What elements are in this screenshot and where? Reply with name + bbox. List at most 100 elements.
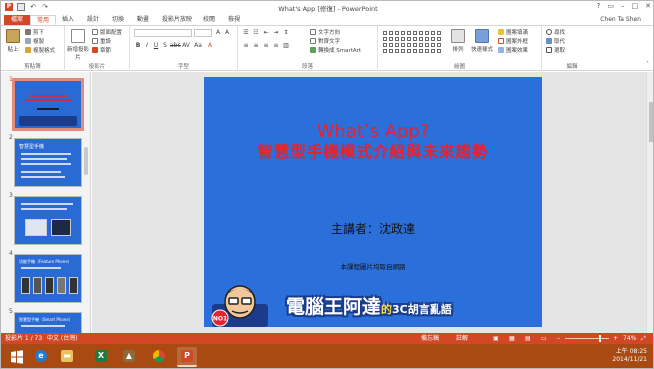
zoom-slider[interactable] bbox=[565, 338, 609, 339]
current-slide[interactable]: What’s App? 智慧型手機模式介紹與未來趨勢 主講者：沈政達 本課程圖片… bbox=[204, 77, 542, 327]
zoom-out-icon[interactable]: – bbox=[557, 333, 560, 344]
slideshow-icon[interactable]: ▭ bbox=[541, 333, 547, 344]
font-size-select[interactable] bbox=[194, 29, 212, 37]
help-icon[interactable]: ? bbox=[597, 2, 601, 10]
tab-design[interactable]: 設計 bbox=[81, 15, 105, 25]
arrange-button[interactable]: 排列 bbox=[448, 29, 468, 53]
thumb-text-line bbox=[21, 325, 65, 327]
reset-button[interactable]: 重設 bbox=[92, 38, 111, 46]
underline-icon[interactable]: U bbox=[152, 42, 160, 50]
bullets-icon[interactable]: ☰ bbox=[242, 29, 250, 37]
slide-thumbnail-1[interactable] bbox=[12, 78, 84, 131]
blog-banner-image[interactable]: NO1 電腦王阿達的3C胡言亂語 bbox=[204, 274, 542, 327]
thumbnail-row[interactable]: 2 智慧型手機 bbox=[1, 134, 91, 190]
zoom-in-icon[interactable]: + bbox=[613, 333, 618, 344]
slide-title[interactable]: What’s App? bbox=[204, 122, 542, 142]
internet-explorer-icon[interactable]: e bbox=[31, 347, 51, 367]
thumbnail-scrollbar[interactable] bbox=[84, 147, 88, 175]
shadow-icon[interactable]: S bbox=[161, 42, 169, 50]
select-button[interactable]: 選取 bbox=[546, 47, 565, 55]
slide-thumbnail-3[interactable] bbox=[14, 196, 82, 245]
strikethrough-icon[interactable]: abc bbox=[170, 42, 181, 50]
user-name[interactable]: Chen Ta Shen bbox=[600, 15, 641, 25]
smartart-button[interactable]: 轉換成 SmartArt bbox=[310, 47, 361, 55]
paste-button[interactable]: 貼上 bbox=[3, 29, 23, 53]
slide-sorter-icon[interactable]: ▦ bbox=[509, 333, 515, 344]
tab-view[interactable]: 檢視 bbox=[222, 15, 246, 25]
shape-effects-button[interactable]: 圖案效果 bbox=[498, 47, 528, 55]
thumbnail-row[interactable]: 4 功能手機（Feature Phone） bbox=[1, 250, 91, 306]
zoom-slider-handle[interactable] bbox=[599, 335, 601, 342]
minimize-icon[interactable]: – bbox=[621, 2, 625, 10]
thumbnail-row[interactable]: 3 bbox=[1, 192, 91, 248]
slide-speaker[interactable]: 主講者：沈政達 bbox=[204, 221, 542, 237]
shrink-font-icon[interactable]: A bbox=[223, 29, 231, 37]
copy-button[interactable]: 複製 bbox=[25, 38, 44, 46]
tab-animations[interactable]: 動畫 bbox=[131, 15, 155, 25]
reading-view-icon[interactable]: ▤ bbox=[525, 333, 531, 344]
excel-icon[interactable]: X bbox=[91, 347, 111, 367]
font-name-select[interactable] bbox=[134, 29, 192, 37]
normal-view-icon[interactable]: ▣ bbox=[493, 333, 499, 344]
section-button[interactable]: 章節 bbox=[92, 47, 111, 55]
photo-viewer-icon[interactable]: ▲ bbox=[119, 347, 139, 367]
line-spacing-icon[interactable]: ↕ bbox=[282, 29, 290, 37]
grow-font-icon[interactable]: A bbox=[214, 29, 222, 37]
zoom-level[interactable]: 74% bbox=[623, 333, 636, 344]
quick-styles-button[interactable]: 快速樣式 bbox=[470, 29, 494, 53]
align-center-icon[interactable]: ≡ bbox=[252, 42, 260, 50]
format-painter-button[interactable]: 複製格式 bbox=[25, 47, 55, 55]
new-slide-button[interactable]: 新增投影片 bbox=[67, 29, 89, 61]
powerpoint-icon[interactable]: P bbox=[177, 347, 197, 367]
slide-note[interactable]: 本課程圖片均取自網路 bbox=[204, 261, 542, 271]
collapse-ribbon-icon[interactable]: ˄ bbox=[646, 61, 649, 68]
justify-icon[interactable]: ≡ bbox=[272, 42, 280, 50]
italic-icon[interactable]: I bbox=[143, 42, 151, 50]
tab-transitions[interactable]: 切換 bbox=[106, 15, 130, 25]
group-font: A A B I U S abc AV Aa A 字型 bbox=[130, 26, 238, 71]
decrease-indent-icon[interactable]: ⇤ bbox=[262, 29, 270, 37]
font-color-icon[interactable]: A bbox=[206, 42, 214, 50]
slide-thumbnail-2[interactable]: 智慧型手機 bbox=[14, 138, 82, 187]
tab-home[interactable]: 常用 bbox=[30, 15, 57, 25]
shape-outline-button[interactable]: 圖案外框 bbox=[498, 38, 528, 46]
replace-button[interactable]: 取代 bbox=[546, 38, 565, 46]
chrome-icon[interactable] bbox=[149, 347, 169, 367]
tab-file[interactable]: 檔案 bbox=[4, 15, 31, 25]
tab-insert[interactable]: 插入 bbox=[56, 15, 80, 25]
find-button[interactable]: 尋找 bbox=[546, 29, 565, 37]
file-explorer-icon[interactable]: ▬ bbox=[57, 347, 77, 367]
shape-fill-button[interactable]: 圖案填滿 bbox=[498, 29, 528, 37]
thumb-speaker-line bbox=[37, 108, 59, 110]
windows-start-icon[interactable] bbox=[7, 347, 27, 367]
change-case-icon[interactable]: Aa bbox=[194, 42, 202, 50]
language-indicator[interactable]: 中文 (台灣) bbox=[47, 333, 78, 344]
cut-button[interactable]: 剪下 bbox=[25, 29, 44, 37]
system-tray[interactable]: 上午 08:25 2014/11/21 bbox=[612, 348, 647, 364]
tab-slideshow[interactable]: 投影片放映 bbox=[156, 15, 198, 25]
char-spacing-icon[interactable]: AV bbox=[182, 42, 190, 50]
text-direction-button[interactable]: 文字方向 bbox=[310, 29, 340, 37]
comments-button[interactable]: 註解 bbox=[456, 333, 468, 344]
align-text-button[interactable]: 對齊文字 bbox=[310, 38, 340, 46]
numbering-icon[interactable]: ☷ bbox=[252, 29, 260, 37]
slide-subtitle[interactable]: 智慧型手機模式介紹與未來趨勢 bbox=[204, 143, 542, 161]
increase-indent-icon[interactable]: ⇥ bbox=[272, 29, 280, 37]
slide-thumbnail-4[interactable]: 功能手機（Feature Phone） bbox=[14, 254, 82, 303]
bold-icon[interactable]: B bbox=[134, 42, 142, 50]
slide-scrollbar[interactable] bbox=[646, 72, 653, 333]
thumbnail-row[interactable]: 1 bbox=[1, 76, 91, 132]
ribbon-display-icon[interactable]: ▭ bbox=[607, 2, 614, 10]
tab-review[interactable]: 校閱 bbox=[197, 15, 221, 25]
notes-button[interactable]: 備忘稿 bbox=[421, 333, 439, 344]
align-left-icon[interactable]: ≡ bbox=[242, 42, 250, 50]
shapes-gallery[interactable] bbox=[382, 30, 442, 54]
ribbon-tabs: 檔案 常用 插入 設計 切換 動畫 投影片放映 校閱 檢視 Chen Ta Sh… bbox=[1, 14, 653, 25]
maximize-icon[interactable]: □ bbox=[632, 2, 639, 10]
scrollbar-thumb[interactable] bbox=[649, 102, 653, 142]
align-right-icon[interactable]: ≡ bbox=[262, 42, 270, 50]
columns-icon[interactable]: ▥ bbox=[282, 42, 290, 50]
close-icon[interactable]: ✕ bbox=[645, 2, 651, 10]
layout-button[interactable]: 版面配置 bbox=[92, 29, 122, 37]
fit-slide-icon[interactable]: ⤢ bbox=[641, 333, 646, 344]
